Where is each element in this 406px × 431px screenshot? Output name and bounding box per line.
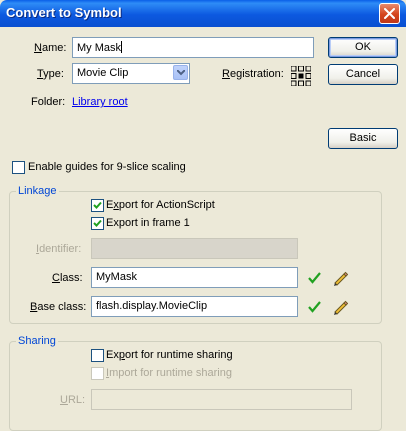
type-selected-value: Movie Clip: [77, 67, 129, 79]
window-title: Convert to Symbol: [6, 5, 122, 20]
name-label: Name:: [34, 42, 67, 54]
checkmark-icon: [93, 219, 102, 227]
enable-guides-checkbox[interactable]: [12, 161, 25, 174]
export-frame1-label: Export in frame 1: [106, 217, 190, 229]
sharing-legend: Sharing: [16, 335, 58, 347]
linkage-legend: Linkage: [16, 185, 59, 197]
export-runtime-label: Export for runtime sharing: [106, 349, 233, 361]
validate-base-class-checkmark-icon[interactable]: [308, 301, 321, 313]
registration-label: Registration:: [222, 68, 284, 80]
class-value: MyMask: [96, 271, 137, 283]
name-value: My Mask: [77, 42, 121, 54]
base-class-value: flash.display.MovieClip: [96, 300, 208, 312]
cancel-button[interactable]: Cancel: [328, 64, 398, 85]
identifier-label: Identifier:: [36, 243, 82, 255]
url-field: [91, 389, 352, 410]
export-actionscript-label: Export for ActionScript: [106, 199, 215, 211]
class-label: Class:: [52, 272, 83, 284]
edit-class-pencil-icon[interactable]: [332, 270, 348, 286]
convert-to-symbol-dialog: Convert to Symbol Name: My Mask Type: Mo…: [0, 0, 406, 431]
type-select[interactable]: Movie Clip: [72, 63, 190, 84]
basic-button[interactable]: Basic: [328, 128, 398, 149]
registration-grid-icon[interactable]: [291, 66, 311, 86]
base-class-label: Base class:: [30, 301, 87, 313]
export-frame1-checkbox[interactable]: [91, 217, 104, 230]
base-class-field[interactable]: flash.display.MovieClip: [91, 296, 298, 317]
close-icon: [384, 8, 395, 19]
export-actionscript-checkbox[interactable]: [91, 199, 104, 212]
class-field[interactable]: MyMask: [91, 267, 298, 288]
import-runtime-checkbox: [91, 367, 104, 380]
type-dropdown-button[interactable]: [173, 65, 188, 80]
export-runtime-checkbox[interactable]: [91, 349, 104, 362]
text-cursor: [121, 41, 122, 53]
name-field[interactable]: My Mask: [72, 37, 314, 58]
close-button[interactable]: [379, 3, 400, 24]
chevron-down-icon: [177, 70, 185, 76]
url-label: URL:: [60, 394, 86, 406]
identifier-field: [91, 238, 298, 259]
folder-label: Folder:: [31, 96, 66, 108]
enable-guides-label: Enable guides for 9-slice scaling: [28, 161, 186, 173]
ok-button[interactable]: OK: [328, 37, 398, 58]
import-runtime-label: Import for runtime sharing: [106, 367, 232, 379]
validate-class-checkmark-icon[interactable]: [308, 272, 321, 284]
folder-link[interactable]: Library root: [72, 96, 128, 108]
title-bar[interactable]: Convert to Symbol: [0, 0, 406, 27]
checkmark-icon: [93, 201, 102, 209]
edit-base-class-pencil-icon[interactable]: [332, 299, 348, 315]
type-label: Type:: [37, 68, 64, 80]
